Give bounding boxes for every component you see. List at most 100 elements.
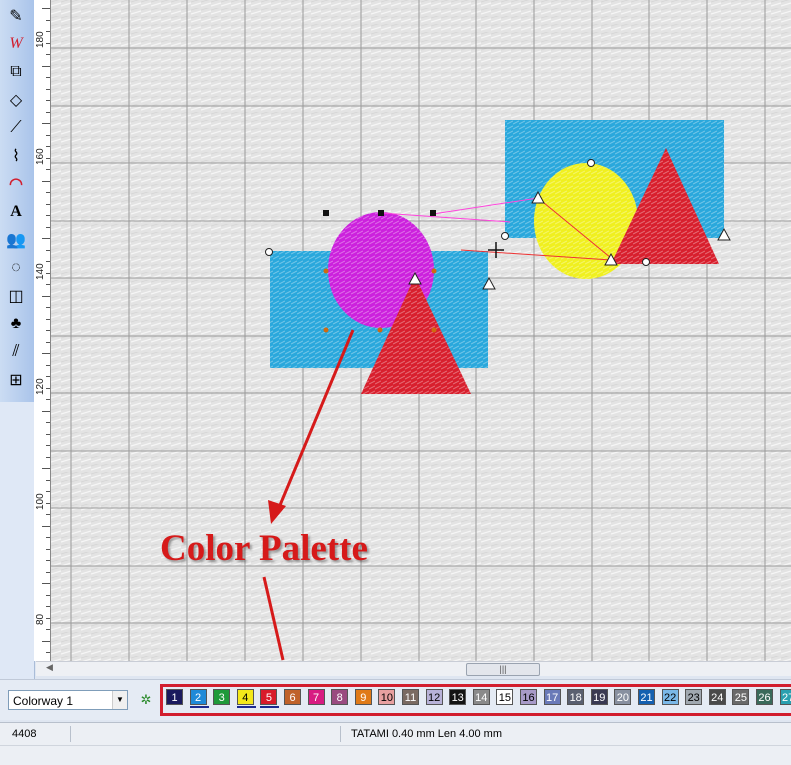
ruler-tick bbox=[46, 100, 50, 101]
color-swatch-6[interactable]: 6 bbox=[284, 689, 301, 705]
tree-icon[interactable]: ♣ bbox=[3, 312, 29, 336]
ruler-tick bbox=[46, 457, 50, 458]
color-swatch-16[interactable]: 16 bbox=[520, 689, 537, 705]
scrollbar-thumb[interactable]: ||| bbox=[466, 663, 540, 676]
color-swatch-8[interactable]: 8 bbox=[331, 689, 349, 705]
ruler-tick bbox=[46, 560, 50, 561]
status-bar: 4408 TATAMI 0.40 mm Len 4.00 mm bbox=[0, 722, 791, 765]
pen-icon[interactable]: ✎ bbox=[3, 4, 29, 28]
scroll-left-arrow-icon[interactable]: ◀ bbox=[46, 662, 53, 673]
ruler-tick bbox=[46, 112, 50, 113]
ruler-tick bbox=[46, 215, 50, 216]
ruler-tick bbox=[42, 8, 50, 9]
ruler-tick bbox=[46, 376, 50, 377]
ruler-tick bbox=[46, 595, 50, 596]
color-swatch-4[interactable]: 4 bbox=[236, 689, 256, 708]
color-swatch-10[interactable]: 10 bbox=[378, 689, 396, 705]
ruler-tick bbox=[46, 89, 50, 90]
color-swatch-2[interactable]: 2 bbox=[189, 689, 209, 708]
status-bar-lower bbox=[0, 745, 791, 764]
stitch-point bbox=[323, 268, 329, 274]
stitch-point bbox=[431, 268, 437, 274]
text-icon[interactable]: A bbox=[3, 200, 29, 224]
color-swatch-26[interactable]: 26 bbox=[756, 689, 773, 705]
color-swatch-13[interactable]: 13 bbox=[449, 689, 467, 705]
ruler-tick bbox=[46, 204, 50, 205]
color-swatch-17[interactable]: 17 bbox=[543, 689, 561, 705]
horizontal-scrollbar[interactable]: ◀ ||| bbox=[36, 661, 791, 676]
color-swatch-1[interactable]: 1 bbox=[166, 689, 183, 705]
color-swatch-7[interactable]: 7 bbox=[307, 689, 325, 705]
ruler-tick bbox=[46, 20, 50, 21]
ruler-label: 160 bbox=[35, 148, 46, 165]
arc-icon[interactable]: ◠ bbox=[3, 172, 29, 196]
ruler-tick bbox=[46, 342, 50, 343]
stitch-info: TATAMI 0.40 mm Len 4.00 mm bbox=[340, 726, 671, 742]
ruler-tick bbox=[46, 77, 50, 78]
node-point bbox=[501, 232, 509, 240]
node-point bbox=[265, 248, 273, 256]
line-icon[interactable]: ⟋ bbox=[3, 116, 29, 140]
frame-icon[interactable]: ◫ bbox=[3, 284, 29, 308]
toolbar-background bbox=[0, 402, 35, 684]
ruler-tick bbox=[46, 319, 50, 320]
ruler-tick bbox=[46, 307, 50, 308]
ruler-tick bbox=[42, 353, 50, 354]
hatch-icon[interactable]: ⫽ bbox=[3, 340, 29, 364]
ruler-tick bbox=[46, 146, 50, 147]
ruler-tick bbox=[46, 250, 50, 251]
color-swatch-18[interactable]: 18 bbox=[567, 689, 585, 705]
monogram-icon[interactable]: ◌ bbox=[3, 256, 29, 280]
ruler-tick bbox=[46, 549, 50, 550]
ruler-tick bbox=[46, 365, 50, 366]
color-swatch-21[interactable]: 21 bbox=[638, 689, 655, 705]
ruler-tick bbox=[42, 238, 50, 239]
color-swatch-3[interactable]: 3 bbox=[213, 689, 231, 705]
polyline-icon[interactable]: ⌇ bbox=[3, 144, 29, 168]
color-swatch-22[interactable]: 22 bbox=[661, 689, 679, 705]
ruler-tick bbox=[46, 227, 50, 228]
stitch-count: 4408 bbox=[4, 726, 71, 742]
figures-icon[interactable]: 👥 bbox=[3, 228, 29, 252]
color-swatch-24[interactable]: 24 bbox=[708, 689, 726, 705]
ruler-tick bbox=[46, 399, 50, 400]
ruler-tick bbox=[42, 181, 50, 182]
ruler-tick bbox=[42, 641, 50, 642]
align-icon[interactable]: ⊞ bbox=[3, 368, 29, 392]
ruler-tick bbox=[42, 123, 50, 124]
color-swatch-5[interactable]: 5 bbox=[260, 689, 280, 708]
ruler-tick bbox=[46, 572, 50, 573]
color-swatch-15[interactable]: 15 bbox=[496, 689, 514, 705]
node-point bbox=[642, 258, 650, 266]
ruler-tick bbox=[46, 169, 50, 170]
stitch-point bbox=[431, 327, 437, 333]
ruler-tick bbox=[42, 411, 50, 412]
color-swatch-19[interactable]: 19 bbox=[590, 689, 608, 705]
selection-handle bbox=[430, 210, 436, 216]
ruler-tick bbox=[46, 422, 50, 423]
color-swatch-23[interactable]: 23 bbox=[685, 689, 703, 705]
selection-handle bbox=[378, 210, 384, 216]
stitch-font-icon[interactable]: W bbox=[3, 32, 29, 56]
ruler-tick bbox=[46, 618, 50, 619]
ruler-tick bbox=[46, 629, 50, 630]
colorway-select[interactable]: Colorway 1 ▼ bbox=[8, 690, 128, 710]
ruler-tick bbox=[46, 330, 50, 331]
ruler-tick bbox=[42, 583, 50, 584]
color-swatch-20[interactable]: 20 bbox=[614, 689, 632, 705]
color-swatch-25[interactable]: 25 bbox=[732, 689, 750, 705]
color-swatch-9[interactable]: 9 bbox=[354, 689, 372, 705]
color-swatch-11[interactable]: 11 bbox=[402, 689, 419, 705]
color-swatch-27[interactable]: 27 bbox=[779, 689, 791, 705]
color-swatch-12[interactable]: 12 bbox=[425, 689, 443, 705]
crop-icon[interactable]: ⧉ bbox=[3, 60, 29, 84]
node-edit-icon[interactable]: ◇ bbox=[3, 88, 29, 112]
color-swatch-14[interactable]: 14 bbox=[472, 689, 490, 705]
chevron-down-icon[interactable]: ▼ bbox=[112, 691, 127, 709]
ruler-tick bbox=[46, 434, 50, 435]
ruler-tick bbox=[46, 491, 50, 492]
palette-grid-icon[interactable]: ✲ bbox=[138, 692, 154, 708]
ruler-tick bbox=[46, 480, 50, 481]
ruler-label: 140 bbox=[35, 263, 46, 280]
ruler-tick bbox=[46, 537, 50, 538]
